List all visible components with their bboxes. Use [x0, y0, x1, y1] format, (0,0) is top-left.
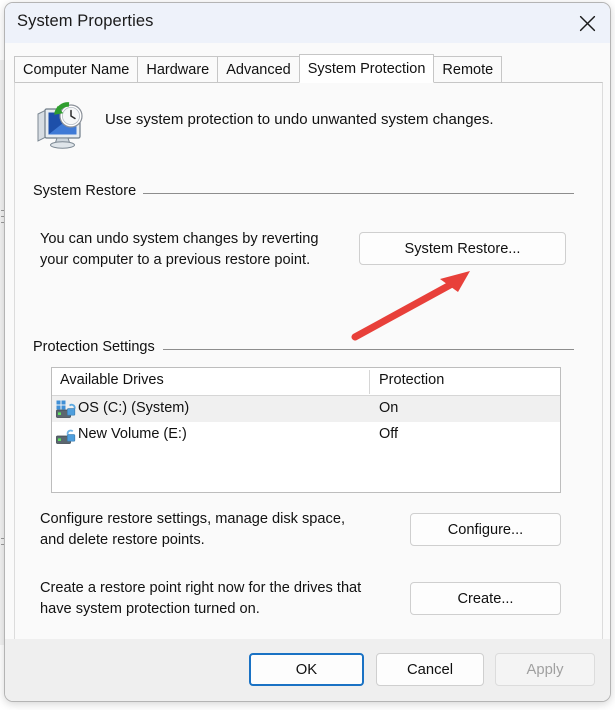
drives-list-header: Available Drives Protection: [52, 368, 560, 396]
drive-unlock-icon: [56, 426, 76, 445]
system-restore-computer-icon: [33, 98, 87, 152]
drive-protection-status: Off: [379, 426, 398, 442]
panel-header-text: Use system protection to undo unwanted s…: [105, 111, 494, 128]
available-drives-list[interactable]: Available Drives Protection: [51, 367, 561, 493]
tab-system-protection[interactable]: System Protection: [299, 54, 435, 83]
ok-button[interactable]: OK: [249, 653, 364, 686]
table-row[interactable]: OS (C:) (System) On: [52, 396, 560, 422]
protection-settings-legend: Protection Settings: [33, 339, 162, 355]
tab-computer-name[interactable]: Computer Name: [14, 56, 137, 83]
close-icon[interactable]: [564, 3, 610, 43]
dialog-button-bar: OK Cancel Apply: [5, 639, 610, 701]
create-description: Create a restore point right now for the…: [40, 578, 361, 620]
drive-protection-status: On: [379, 400, 398, 416]
drive-name: OS (C:) (System): [78, 400, 189, 416]
create-button[interactable]: Create...: [410, 582, 561, 615]
configure-description: Configure restore settings, manage disk …: [40, 509, 345, 551]
tab-list: Computer Name Hardware Advanced System P…: [14, 54, 502, 83]
system-restore-description: You can undo system changes by reverting…: [40, 229, 319, 271]
protection-settings-rule: [163, 349, 574, 350]
system-restore-legend: System Restore: [33, 183, 143, 199]
tab-remote[interactable]: Remote: [434, 56, 502, 83]
drive-name: New Volume (E:): [78, 426, 187, 442]
column-header-available-drives: Available Drives: [60, 372, 164, 388]
column-header-protection: Protection: [379, 372, 444, 388]
table-row[interactable]: New Volume (E:) Off: [52, 422, 560, 448]
system-restore-rule: [139, 193, 574, 194]
system-drive-lock-icon: [56, 400, 76, 419]
title-bar: System Properties: [5, 3, 610, 44]
configure-button[interactable]: Configure...: [410, 513, 561, 546]
system-properties-window: System Properties Computer Name Hardware…: [4, 2, 611, 702]
tab-strip: Computer Name Hardware Advanced System P…: [5, 43, 610, 73]
column-divider: [369, 370, 370, 394]
cancel-button[interactable]: Cancel: [376, 653, 484, 686]
system-restore-button[interactable]: System Restore...: [359, 232, 566, 265]
tab-advanced[interactable]: Advanced: [217, 56, 299, 83]
apply-button: Apply: [495, 653, 595, 686]
window-title: System Properties: [17, 12, 154, 31]
system-protection-panel: Use system protection to undo unwanted s…: [14, 82, 603, 640]
panel-header: Use system protection to undo unwanted s…: [33, 98, 578, 154]
tab-hardware[interactable]: Hardware: [137, 56, 217, 83]
